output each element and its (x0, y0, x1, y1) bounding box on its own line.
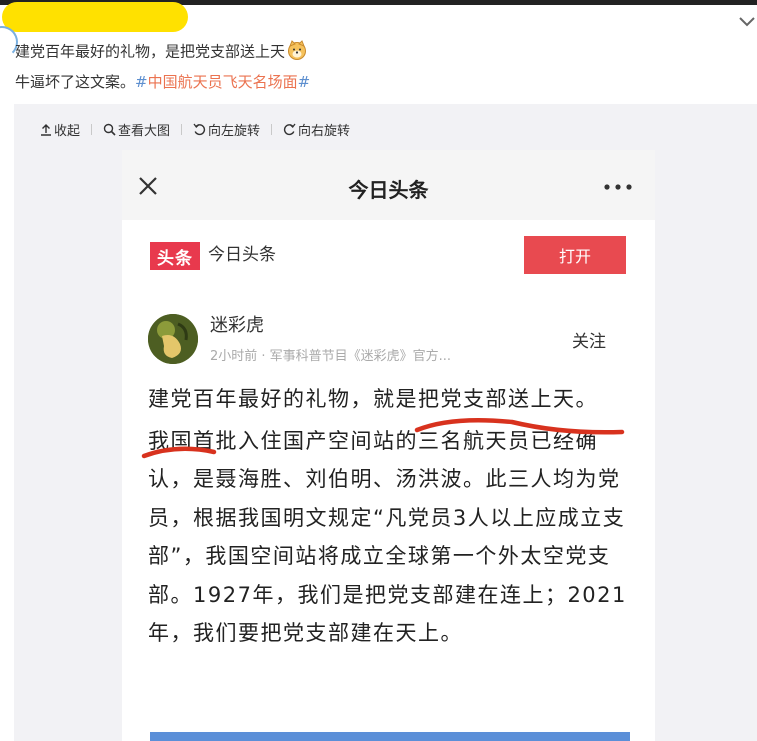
collapse-button[interactable]: 收起 (40, 120, 80, 139)
attached-screenshot[interactable]: 今日头条 头条 今日头条 打开 迷彩虎 2小时前 · 军事科普节目《迷彩虎》官方… (122, 150, 655, 741)
view-large-label: 查看大图 (118, 123, 171, 139)
collapse-arrow-icon (41, 123, 51, 136)
open-app-button: 打开 (524, 236, 626, 274)
rotate-right-label: 向右旋转 (298, 123, 351, 139)
magnifier-icon (103, 123, 116, 136)
follow-button: 关注 (554, 322, 624, 356)
rotate-left-label: 向左旋转 (208, 123, 261, 139)
post-text: 建党百年最好的礼物，是把党支部送上天 (15, 42, 286, 61)
author-meta: 2小时前 · 军事科普节目《迷彩虎》官方... (210, 349, 452, 364)
post-text-prefix: 牛逼坏了这文案。 (15, 73, 136, 91)
app-name: 今日头条 (208, 245, 276, 265)
toutiao-logo: 头条 (150, 242, 200, 270)
rotate-right-button[interactable]: 向右旋转 (283, 120, 350, 139)
image-toolbar: 收起 查看大图 向左旋转 向右旋转 (40, 118, 350, 140)
doge-face-icon (287, 40, 307, 64)
hashtag-open-mark: # (135, 73, 148, 91)
toolbar-divider (271, 123, 273, 135)
screenshot-header-title: 今日头条 (348, 178, 429, 202)
chevron-down-icon[interactable] (738, 14, 756, 28)
rotate-left-icon (193, 123, 206, 135)
rotate-left-button[interactable]: 向左旋转 (193, 120, 260, 139)
view-large-button[interactable]: 查看大图 (103, 120, 170, 139)
collapse-label: 收起 (54, 123, 81, 139)
article-headline: 建党百年最好的礼物，就是把党支部送上天。 (148, 387, 598, 411)
more-options-icon (604, 184, 632, 190)
rotate-right-icon (283, 123, 296, 135)
toolbar-divider (181, 123, 183, 135)
author-avatar (148, 314, 198, 364)
article-body: 我国首批入住国产空间站的三名航天员已经确认，是聂海胜、刘伯明、汤洪波。此三人均为… (148, 428, 627, 646)
hashtag-close-mark: # (297, 73, 311, 91)
username-highlight-marker (2, 2, 188, 32)
post-text-line-1: 建党百年最好的礼物，是把党支部送上天 (15, 40, 307, 64)
toolbar-divider (91, 123, 93, 135)
article-text: 建党百年最好的礼物，就是把党支部送上天。 我国首批入住国产空间站的三名航天员已经… (148, 380, 633, 653)
author-name: 迷彩虎 (210, 315, 264, 336)
bottom-blue-bar (150, 732, 630, 741)
hashtag-link[interactable]: 中国航天员飞天名场面 (148, 73, 298, 91)
post-text-line-2: 牛逼坏了这文案。#中国航天员飞天名场面# (15, 71, 310, 92)
